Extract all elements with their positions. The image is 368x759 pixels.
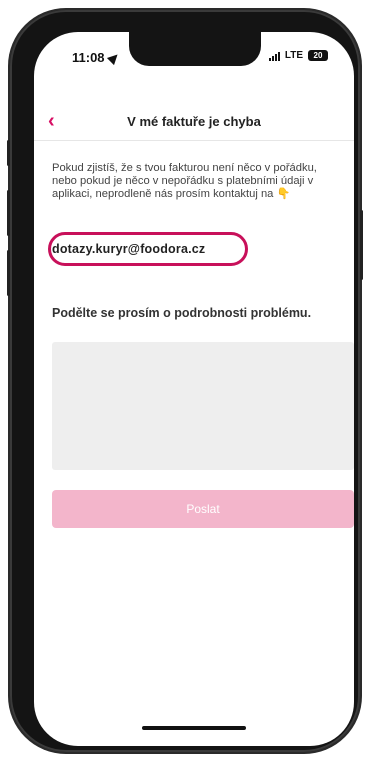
phone-frame: 11:08 LTE 20 ‹ V mé faktuře je chyba Pok… xyxy=(7,10,363,752)
mute-switch xyxy=(7,140,10,166)
time-text: 11:08 xyxy=(72,50,105,65)
power-button xyxy=(360,210,363,280)
volume-down-button xyxy=(7,250,10,296)
volume-up-button xyxy=(7,190,10,236)
page-title: V mé faktuře je chyba xyxy=(127,114,261,129)
header: ‹ V mé faktuře je chyba xyxy=(34,106,354,141)
network-type: LTE xyxy=(284,50,303,61)
info-text: Pokud zjistíš, že s tvou fakturou není n… xyxy=(52,162,344,201)
notch xyxy=(129,32,261,66)
submit-button[interactable]: Poslat xyxy=(52,490,354,528)
signal-icon xyxy=(268,51,280,61)
home-indicator[interactable] xyxy=(142,726,246,730)
status-time: 11:08 xyxy=(72,50,121,65)
details-textarea[interactable] xyxy=(52,342,354,470)
status-indicators: LTE 20 xyxy=(268,50,328,61)
battery-icon: 20 xyxy=(308,50,328,61)
details-prompt: Podělte se prosím o podrobnosti problému… xyxy=(52,306,312,320)
phone-screen: 11:08 LTE 20 ‹ V mé faktuře je chyba Pok… xyxy=(34,32,354,746)
support-email[interactable]: dotazy.kuryr@foodora.cz xyxy=(52,242,205,256)
location-arrow-icon xyxy=(106,50,121,65)
pointing-down-hand-icon: 👇 xyxy=(276,188,291,200)
